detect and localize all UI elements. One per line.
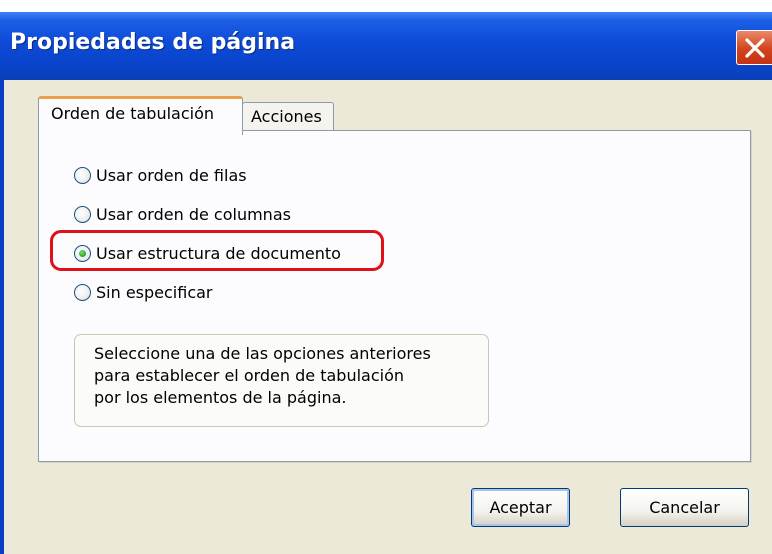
option-label: Usar orden de columnas: [96, 204, 291, 224]
info-box: Seleccione una de las opciones anteriore…: [74, 334, 489, 427]
option-usar-orden-de-filas[interactable]: Usar orden de filas: [74, 163, 247, 187]
option-usar-orden-de-columnas[interactable]: Usar orden de columnas: [74, 202, 291, 226]
selection-highlight: [50, 230, 384, 271]
tab-acciones[interactable]: Acciones: [242, 102, 334, 131]
info-line: por los elementos de la página.: [94, 388, 347, 407]
accept-button[interactable]: Aceptar: [471, 488, 570, 527]
tab-label: Orden de tabulación: [51, 104, 214, 123]
option-sin-especificar[interactable]: Sin especificar: [74, 280, 213, 304]
info-line: Seleccione una de las opciones anteriore…: [94, 344, 431, 363]
option-label: Usar orden de filas: [96, 165, 247, 185]
option-label: Sin especificar: [96, 282, 213, 302]
dialog-title: Propiedades de página: [10, 30, 296, 55]
radio-unchecked-icon[interactable]: [74, 283, 91, 301]
close-icon: [745, 38, 765, 58]
tab-label: Acciones: [251, 107, 322, 126]
radio-unchecked-icon[interactable]: [74, 166, 91, 184]
cancel-button[interactable]: Cancelar: [620, 488, 749, 527]
radio-unchecked-icon[interactable]: [74, 205, 91, 223]
tab-orden-de-tabulacion[interactable]: Orden de tabulación: [38, 96, 243, 135]
close-button[interactable]: [736, 30, 772, 65]
info-line: para establecer el orden de tabulación: [94, 366, 405, 385]
